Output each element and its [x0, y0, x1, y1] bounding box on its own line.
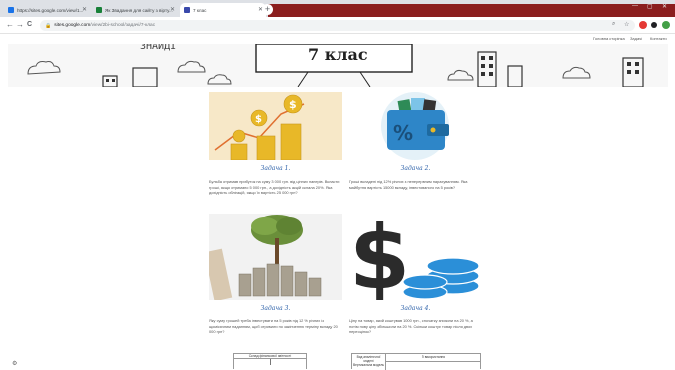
star-icon[interactable]: ☆ — [624, 21, 629, 28]
models-table-row1: Вертикальна модель — [353, 363, 384, 367]
browser-tab-3[interactable]: 7 клас ✕ — [180, 3, 266, 17]
close-icon[interactable]: ✕ — [82, 6, 87, 13]
address-bar[interactable]: 🔒 sites.google.com /view/2bi-school/зада… — [40, 20, 635, 31]
task-text: Гроші вкладені під 12% річних з неперерв… — [349, 179, 468, 190]
tab-strip: https://sites.google.com/view/1... ✕ Як … — [0, 0, 675, 17]
models-table-col1: Вид аналітичної моделі — [356, 355, 381, 363]
models-table: Вид аналітичної моделі Вертикальна модел… — [351, 353, 481, 370]
lock-icon: 🔒 — [45, 22, 52, 29]
search-icon[interactable]: ⌕ — [612, 21, 615, 28]
page-banner: 7 клас ЗНАЙДІ — [8, 44, 668, 87]
nav-item-contacts[interactable]: Контакти — [650, 36, 667, 41]
avatar[interactable] — [662, 21, 670, 29]
task-title: Задача 2. — [400, 165, 431, 172]
sites-favicon-icon — [184, 7, 190, 13]
task-title: Задача 3. — [260, 305, 291, 312]
task-text: Ціну на товар, який коштував 1000 грн., … — [349, 318, 473, 335]
table-header-cell: Її використання — [386, 354, 481, 362]
browser-tab-2[interactable]: Як Звадання для сайту з вiрту... ✕ — [92, 3, 178, 17]
browser-toolbar: ← → C 🔒 sites.google.com /view/2bi-schoo… — [0, 17, 675, 34]
extension-puzzle-icon[interactable] — [651, 22, 657, 28]
new-tab-button[interactable]: + — [262, 4, 273, 15]
browser-tab-1[interactable]: https://sites.google.com/view/1... ✕ — [4, 3, 90, 17]
browser-tab-3-label: 7 клас — [193, 7, 207, 13]
reload-button[interactable]: C — [27, 21, 32, 28]
dollar-coins-image: $ — [349, 214, 482, 300]
close-icon[interactable]: ✕ — [170, 6, 175, 13]
task-title: Задача 1. — [260, 165, 291, 172]
task-title: Задача 4. — [400, 305, 431, 312]
minimize-icon[interactable]: — — [632, 3, 638, 9]
svg-text:$: $ — [349, 214, 410, 300]
table-header-cell: Вид аналітичної моделі Вертикальна модел… — [352, 354, 386, 370]
browser-tab-2-label: Як Звадання для сайту з вiрту... — [105, 7, 173, 13]
gear-icon[interactable]: ⚙ — [12, 360, 17, 367]
money-tree-image — [209, 214, 342, 300]
banner-word: ЗНАЙДІ — [140, 44, 177, 52]
window-titlebar-fill — [268, 4, 675, 17]
reporting-structure-diagram: Склад фінансової звітності — [233, 353, 307, 369]
coins-growth-image: $ $ — [209, 92, 342, 160]
back-button[interactable]: ← — [6, 20, 14, 29]
maximize-icon[interactable]: ▢ — [647, 3, 653, 10]
wallet-image: % — [349, 92, 482, 160]
window-close-icon[interactable]: ✕ — [662, 3, 667, 10]
extension-red-icon[interactable] — [639, 21, 647, 29]
svg-text:$: $ — [255, 114, 262, 125]
forward-button[interactable]: → — [16, 20, 24, 29]
nav-item-tasks[interactable]: Задачі — [630, 36, 642, 41]
google-sites-favicon-icon — [8, 7, 14, 13]
address-host: sites.google.com — [54, 23, 91, 28]
diagram-connector — [270, 359, 271, 365]
browser-tab-1-label: https://sites.google.com/view/1... — [17, 7, 84, 13]
drive-favicon-icon — [96, 7, 102, 13]
svg-text:%: % — [393, 121, 413, 145]
address-path: /view/2bi-school/задачi/7-клас — [90, 23, 156, 28]
nav-item-home[interactable]: Головна сторінка — [593, 36, 625, 41]
svg-text:$: $ — [289, 98, 297, 111]
task-text: Бульба отримав прибуток на суму 3 000 гр… — [209, 179, 340, 196]
task-text: Яку суму грошей треба інвестувати на 5 р… — [209, 318, 338, 335]
banner-title: 7 клас — [308, 45, 368, 64]
site-header: Головна сторінка Задачі Контакти — [0, 34, 675, 44]
